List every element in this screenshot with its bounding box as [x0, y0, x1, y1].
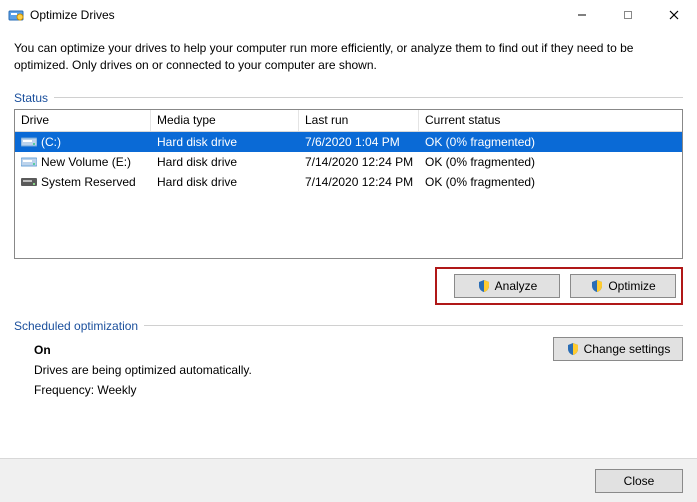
current-status: OK (0% fragmented)	[419, 172, 682, 192]
table-body: (C:) Hard disk drive7/6/2020 1:04 PMOK (0…	[15, 132, 682, 192]
app-icon	[8, 7, 24, 23]
table-header: Drive Media type Last run Current status	[15, 110, 682, 132]
media-type: Hard disk drive	[151, 172, 299, 192]
current-status: OK (0% fragmented)	[419, 152, 682, 172]
optimize-button[interactable]: Optimize	[570, 274, 676, 298]
close-window-button[interactable]	[651, 0, 697, 30]
close-label: Close	[624, 474, 655, 488]
divider	[54, 97, 683, 98]
last-run: 7/6/2020 1:04 PM	[299, 132, 419, 152]
shield-icon	[566, 342, 580, 356]
analyze-button[interactable]: Analyze	[454, 274, 560, 298]
optimize-label: Optimize	[608, 279, 655, 293]
schedule-frequency: Frequency: Weekly	[34, 383, 683, 397]
col-media[interactable]: Media type	[151, 110, 299, 131]
change-settings-button[interactable]: Change settings	[553, 337, 683, 361]
window-title: Optimize Drives	[30, 8, 559, 22]
col-last[interactable]: Last run	[299, 110, 419, 131]
schedule-label-text: Scheduled optimization	[14, 319, 138, 333]
analyze-label: Analyze	[495, 279, 538, 293]
table-row[interactable]: New Volume (E:) Hard disk drive7/14/2020 …	[15, 152, 682, 172]
col-status[interactable]: Current status	[419, 110, 682, 131]
status-section-label: Status	[14, 91, 683, 105]
schedule-section-label: Scheduled optimization	[14, 319, 683, 333]
status-label-text: Status	[14, 91, 48, 105]
change-settings-label: Change settings	[584, 342, 671, 356]
current-status: OK (0% fragmented)	[419, 132, 682, 152]
divider	[144, 325, 683, 326]
schedule-body: On Drives are being optimized automatica…	[14, 337, 683, 397]
col-drive[interactable]: Drive	[15, 110, 151, 131]
schedule-line1: Drives are being optimized automatically…	[34, 363, 683, 377]
drive-icon	[21, 156, 37, 168]
shield-icon	[477, 279, 491, 293]
close-button[interactable]: Close	[595, 469, 683, 493]
drive-name: (C:)	[41, 135, 61, 149]
maximize-button[interactable]	[605, 0, 651, 30]
drives-table: Drive Media type Last run Current status…	[14, 109, 683, 259]
last-run: 7/14/2020 12:24 PM	[299, 172, 419, 192]
drive-name: New Volume (E:)	[41, 155, 131, 169]
minimize-button[interactable]	[559, 0, 605, 30]
shield-icon	[590, 279, 604, 293]
drive-icon	[21, 136, 37, 148]
description-text: You can optimize your drives to help you…	[14, 40, 683, 75]
table-row[interactable]: System Reserved Hard disk drive7/14/2020 …	[15, 172, 682, 192]
drive-icon	[21, 176, 37, 188]
media-type: Hard disk drive	[151, 152, 299, 172]
media-type: Hard disk drive	[151, 132, 299, 152]
table-row[interactable]: (C:) Hard disk drive7/6/2020 1:04 PMOK (0…	[15, 132, 682, 152]
last-run: 7/14/2020 12:24 PM	[299, 152, 419, 172]
titlebar: Optimize Drives	[0, 0, 697, 30]
drive-name: System Reserved	[41, 175, 136, 189]
footer: Close	[0, 458, 697, 502]
action-button-row: Analyze Optimize	[435, 267, 683, 305]
